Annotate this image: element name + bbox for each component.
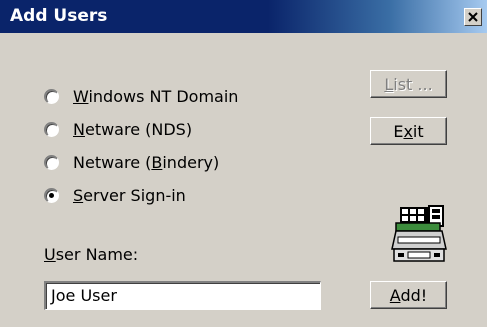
radio-button[interactable] [44, 121, 59, 137]
close-button[interactable] [464, 8, 482, 26]
title-bar: Add Users [0, 0, 487, 33]
window-title: Add Users [10, 6, 108, 26]
exit-button[interactable]: Exit [370, 117, 447, 145]
option-label: Netware (NDS) [73, 119, 193, 139]
add-button-label: Add! [389, 285, 428, 305]
close-icon [468, 12, 478, 22]
radio-selected-dot [49, 192, 54, 198]
option-server-sign-in[interactable]: Server Sign-in [44, 183, 186, 207]
option-label: Windows NT Domain [73, 86, 239, 106]
add-users-dialog: Add Users Windows NT Domain Netware (NDS… [0, 0, 487, 327]
user-name-label: User Name: [44, 245, 139, 264]
add-button[interactable]: Add! [370, 281, 447, 309]
server-icon [391, 205, 447, 262]
radio-button[interactable] [44, 88, 59, 104]
option-label: Netware (Bindery) [73, 152, 220, 172]
option-netware-nds[interactable]: Netware (NDS) [44, 117, 192, 141]
list-button[interactable]: List ... [370, 70, 447, 98]
option-label: Server Sign-in [73, 185, 186, 205]
exit-button-label: Exit [393, 121, 424, 141]
radio-button[interactable] [44, 187, 59, 203]
user-name-input[interactable]: Joe User [44, 281, 321, 310]
list-button-label: List ... [384, 74, 433, 94]
option-windows-nt-domain[interactable]: Windows NT Domain [44, 84, 238, 108]
radio-button[interactable] [44, 154, 59, 170]
option-netware-bindery[interactable]: Netware (Bindery) [44, 150, 219, 174]
